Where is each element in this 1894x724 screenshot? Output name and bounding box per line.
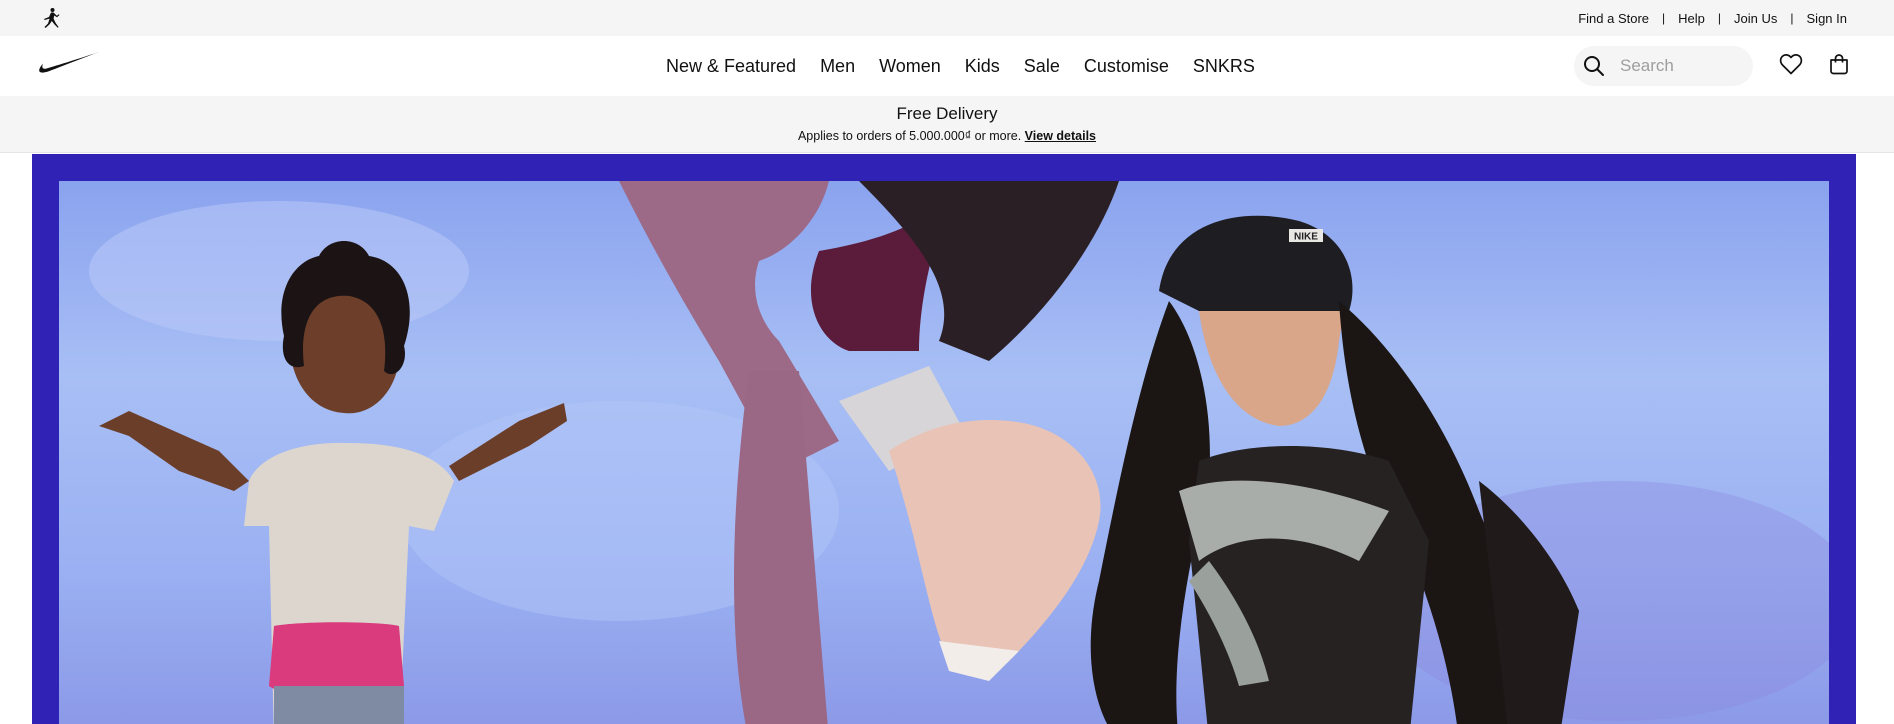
nav-customise[interactable]: Customise (1084, 56, 1169, 77)
nav-kids[interactable]: Kids (965, 56, 1000, 77)
nav-women[interactable]: Women (879, 56, 941, 77)
promo-title: Free Delivery (896, 104, 998, 123)
main-navigation: New & Featured Men Women Kids Sale Custo… (0, 36, 1894, 96)
hero-image: NIKE (59, 181, 1829, 724)
sign-in-link[interactable]: Sign In (1807, 11, 1847, 26)
bag-button[interactable] (1821, 48, 1857, 84)
favorites-button[interactable] (1773, 48, 1809, 84)
promo-subtitle: Applies to orders of 5.000.000₫ or more.… (0, 129, 1894, 143)
nav-snkrs[interactable]: SNKRS (1193, 56, 1255, 77)
view-details-link[interactable]: View details (1025, 129, 1096, 143)
search-input[interactable] (1620, 56, 1750, 76)
nav-men[interactable]: Men (820, 56, 855, 77)
separator: | (1790, 11, 1794, 25)
separator: | (1717, 11, 1722, 25)
nike-swoosh-icon[interactable] (38, 51, 100, 77)
promo-banner: Free Delivery Applies to orders of 5.000… (0, 96, 1894, 153)
separator: | (1662, 11, 1666, 25)
nav-new-featured[interactable]: New & Featured (666, 56, 796, 77)
search-icon[interactable] (1574, 46, 1614, 86)
promo-subtitle-text: Applies to orders of 5.000.000₫ or more. (797, 129, 1022, 143)
bag-icon (1828, 53, 1850, 80)
person-figure: NIKE (1090, 215, 1579, 724)
find-store-link[interactable]: Find a Store (1578, 11, 1649, 26)
heart-icon (1779, 53, 1803, 80)
nav-sale[interactable]: Sale (1024, 56, 1060, 77)
primary-nav-links: New & Featured Men Women Kids Sale Custo… (666, 36, 1255, 96)
cap-logo-text: NIKE (1294, 232, 1318, 243)
search-box[interactable] (1574, 46, 1753, 86)
help-link[interactable]: Help (1678, 11, 1705, 26)
hero-banner[interactable]: NIKE (32, 154, 1856, 724)
jordan-jumpman-icon[interactable] (40, 7, 62, 29)
cloud-shape (89, 201, 469, 341)
utility-links: Find a Store | Help | Join Us | Sign In (1578, 0, 1847, 36)
utility-bar: Find a Store | Help | Join Us | Sign In (0, 0, 1894, 36)
join-us-link[interactable]: Join Us (1734, 11, 1777, 26)
